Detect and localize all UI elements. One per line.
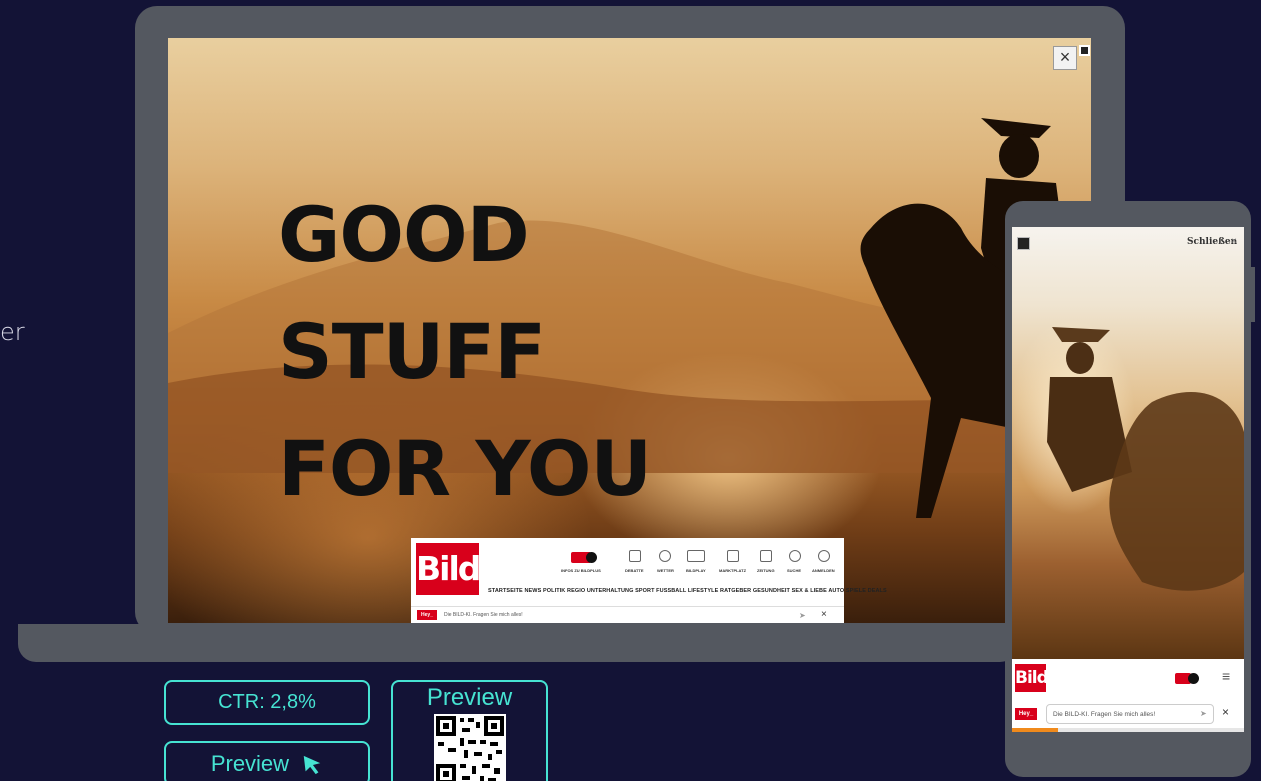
- laptop-ad-preview: GOOD STUFF FOR YOU × Bild INFOS ZU BILDP…: [168, 38, 1091, 623]
- phone-ad-preview: Schließen × Bild ≡ Hey_ Die BILD-KI. Fra…: [1012, 227, 1244, 732]
- zeitung-icon[interactable]: [760, 550, 772, 562]
- qr-code[interactable]: [434, 714, 506, 781]
- close-icon[interactable]: ×: [1222, 705, 1229, 719]
- hey-badge: Hey_: [417, 610, 437, 620]
- nav-label-wetter[interactable]: WETTER: [657, 568, 674, 573]
- progress-bar: [1012, 728, 1244, 732]
- bild-ki-search-input[interactable]: Die BILD-KI. Fragen Sie mich alles! ➤: [1046, 704, 1214, 724]
- bild-nav-links[interactable]: STARTSEITE NEWS POLITIK REGIO UNTERHALTU…: [488, 588, 887, 594]
- close-icon[interactable]: ×: [1231, 236, 1237, 247]
- nav-label-bildplay[interactable]: BILDPLAY: [686, 568, 706, 573]
- infos-bildplus-label[interactable]: INFOS ZU BILDPLUS: [561, 568, 601, 573]
- marktplatz-icon[interactable]: [727, 550, 739, 562]
- bild-search-row: Hey_ Die BILD-KI. Fragen Sie mich alles!…: [411, 606, 844, 623]
- suche-icon[interactable]: [789, 550, 801, 562]
- headline-line-3: FOR YOU: [278, 424, 652, 513]
- schliessen-button[interactable]: Schließen: [1187, 237, 1237, 247]
- bildplus-icon[interactable]: [1175, 673, 1199, 684]
- wetter-icon[interactable]: [659, 550, 671, 562]
- bild-ki-search-input[interactable]: Die BILD-KI. Fragen Sie mich alles!: [444, 612, 523, 618]
- menu-icon[interactable]: ≡: [1222, 668, 1230, 684]
- nav-label-suche[interactable]: SUCHE: [787, 568, 801, 573]
- debatte-icon[interactable]: [629, 550, 641, 562]
- nav-label-anmelden[interactable]: ANMELDEN: [812, 568, 835, 573]
- phone-ad-image: [1012, 227, 1244, 659]
- bild-logo[interactable]: Bild: [1015, 664, 1049, 692]
- close-icon[interactable]: ×: [1053, 46, 1077, 70]
- mute-icon[interactable]: [1079, 45, 1090, 56]
- laptop-base: [18, 624, 1018, 662]
- side-text-fragment: er: [0, 318, 25, 346]
- search-placeholder: Die BILD-KI. Fragen Sie mich alles!: [1053, 711, 1156, 718]
- preview-button-label: Preview: [210, 751, 290, 776]
- hey-badge: Hey_: [1015, 708, 1037, 720]
- bildplus-icon[interactable]: [571, 552, 597, 563]
- qr-code-pattern: [436, 716, 504, 781]
- phone-side-edge: [1249, 267, 1255, 322]
- bild-header-bar: Bild INFOS ZU BILDPLUS DEBATTE WETTER BI…: [411, 538, 887, 623]
- nav-label-debatte[interactable]: DEBATTE: [625, 568, 644, 573]
- cursor-icon: [303, 756, 321, 775]
- progress-fill: [1012, 728, 1059, 732]
- bild-logo[interactable]: Bild: [416, 543, 481, 595]
- nav-label-zeitung[interactable]: ZEITUNG: [757, 568, 775, 573]
- anmelden-icon[interactable]: [818, 550, 830, 562]
- headline-line-1: GOOD: [278, 190, 530, 279]
- ad-headline: GOOD STUFF FOR YOU: [278, 176, 652, 527]
- phone-rider-silhouette: [1047, 327, 1244, 591]
- mute-icon[interactable]: [1017, 237, 1030, 250]
- close-icon[interactable]: ×: [821, 609, 827, 620]
- ctr-badge: CTR: 2,8%: [164, 680, 370, 725]
- headline-line-2: STUFF: [278, 307, 546, 396]
- bildplay-icon[interactable]: [687, 550, 705, 562]
- qr-preview-label: Preview: [426, 684, 513, 711]
- qr-preview[interactable]: Preview: [391, 680, 548, 781]
- send-icon[interactable]: ➤: [1200, 709, 1207, 718]
- send-icon[interactable]: ➤: [799, 611, 806, 620]
- preview-button[interactable]: Preview: [164, 741, 370, 781]
- nav-label-marktplatz[interactable]: MARKTPLATZ: [719, 568, 746, 573]
